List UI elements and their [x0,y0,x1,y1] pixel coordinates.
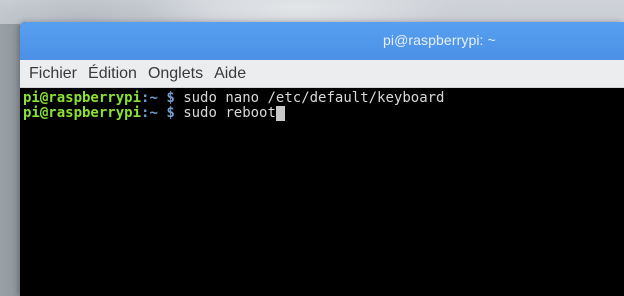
menu-item-onglets[interactable]: Onglets [148,65,203,83]
menubar: Fichier Édition Onglets Aide [20,60,624,88]
menu-item-edition[interactable]: Édition [88,65,137,83]
desktop-left-strip [0,24,20,296]
prompt-path: ~ [149,105,158,121]
window-title: pi@raspberrypi: ~ [383,32,496,48]
menu-item-aide[interactable]: Aide [214,65,246,83]
prompt-user-host: pi@raspberrypi [23,105,142,121]
terminal-command: sudo nano /etc/default/keyboard [183,90,445,106]
terminal-line: pi@raspberrypi:~ $ sudo nano /etc/defaul… [23,91,624,106]
terminal-output[interactable]: pi@raspberrypi:~ $ sudo nano /etc/defaul… [20,88,624,296]
terminal-line: pi@raspberrypi:~ $ sudo reboot [23,106,624,121]
terminal-command: sudo reboot [183,105,276,121]
prompt-user-host: pi@raspberrypi [23,90,142,106]
text-cursor [275,106,285,121]
menu-item-fichier[interactable]: Fichier [29,65,77,83]
terminal-window: pi@raspberrypi: ~ Fichier Édition Onglet… [20,22,624,296]
window-titlebar[interactable]: pi@raspberrypi: ~ [20,22,624,60]
prompt-symbol: $ [157,105,184,121]
prompt-symbol: $ [157,90,184,106]
prompt-path: ~ [149,90,158,106]
